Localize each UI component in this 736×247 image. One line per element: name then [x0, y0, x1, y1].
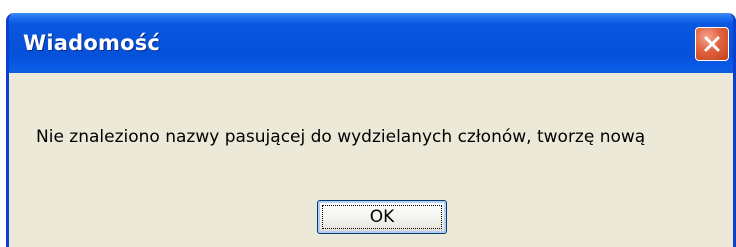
close-x-icon	[702, 34, 722, 54]
close-button[interactable]	[695, 27, 729, 61]
ok-button[interactable]: OK	[317, 200, 447, 234]
window-title: Wiadomość	[23, 31, 161, 55]
dialog-message: Nie znaleziono nazwy pasującej do wydzie…	[36, 127, 646, 147]
ok-button-label: OK	[369, 207, 395, 227]
message-dialog-window: Wiadomość Nie znaleziono nazwy pasującej…	[6, 13, 736, 247]
title-bar[interactable]: Wiadomość	[9, 13, 733, 73]
